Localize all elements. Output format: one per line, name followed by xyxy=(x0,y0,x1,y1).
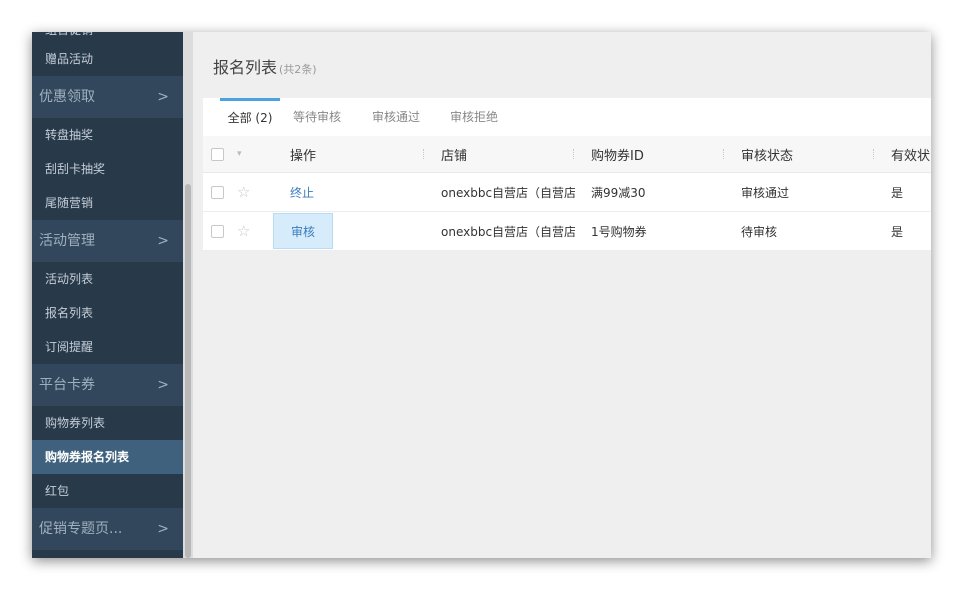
column-header-audit-status: 审核状态 xyxy=(741,148,794,164)
page-header: 报名列表 (共2条) xyxy=(203,32,931,98)
sidebar-section-header[interactable]: 平台卡券 > xyxy=(32,364,183,406)
chevron-right-icon: > xyxy=(157,89,169,105)
column-resize-handle[interactable] xyxy=(873,149,875,159)
column-resize-handle[interactable] xyxy=(573,149,575,159)
sidebar-scrollbar[interactable] xyxy=(183,32,193,558)
tab-all[interactable]: 全部 (2) xyxy=(220,98,280,139)
terminate-link[interactable]: 终止 xyxy=(290,173,314,211)
sidebar-section-label: 平台卡券 xyxy=(39,377,95,393)
chevron-right-icon: > xyxy=(157,233,169,249)
sidebar-item[interactable]: 尾随营销 xyxy=(32,186,183,220)
row-checkbox[interactable] xyxy=(211,185,224,199)
record-count: (共2条) xyxy=(279,63,317,76)
row-select-cell xyxy=(211,173,224,211)
valid-cell: 是 xyxy=(891,185,904,200)
data-grid: ▾ 操作 店铺 购物券ID 审核状态 有效状 ☆ 终止 onexbbc自营店（自… xyxy=(203,136,931,251)
grid-header: ▾ 操作 店铺 购物券ID 审核状态 有效状 xyxy=(203,136,931,173)
sidebar-section-header[interactable]: 促销专题页... > xyxy=(32,508,183,550)
sidebar-section-label: 促销专题页... xyxy=(39,521,123,537)
sidebar-menu: 组合促销赠品活动优惠领取 > 转盘抽奖刮刮卡抽奖尾随营销活动管理 > 活动列表报名列表订… xyxy=(32,32,183,550)
row-select-cell xyxy=(211,212,224,250)
sidebar-item[interactable]: 购物券报名列表 xyxy=(32,440,183,474)
sidebar-item[interactable]: 报名列表 xyxy=(32,296,183,330)
row-checkbox[interactable] xyxy=(211,224,224,238)
store-cell: onexbbc自营店（自营店铺） xyxy=(441,185,575,200)
sidebar-item[interactable]: 红包 xyxy=(32,474,183,508)
row-star-cell: ☆ xyxy=(237,173,250,211)
filter-tabs: 全部 (2) 等待审核 审核通过 审核拒绝 xyxy=(203,98,931,137)
sidebar-item[interactable]: 赠品活动 xyxy=(32,42,183,76)
sidebar-item[interactable]: 组合促销 xyxy=(32,32,183,42)
column-header-valid: 有效状 xyxy=(891,148,931,164)
chevron-right-icon: > xyxy=(157,377,169,393)
coupon-id-cell: 满99减30 xyxy=(591,185,646,200)
tab-pending[interactable]: 等待审核 xyxy=(293,98,341,136)
page-title: 报名列表 (共2条) xyxy=(213,54,317,78)
sidebar-item[interactable]: 活动列表 xyxy=(32,262,183,296)
audit-cell: 审核 xyxy=(273,212,334,250)
chevron-right-icon: > xyxy=(157,521,169,537)
store-cell: onexbbc自营店（自营店铺） xyxy=(441,224,575,239)
column-header-store: 店铺 xyxy=(441,148,468,164)
star-icon[interactable]: ☆ xyxy=(237,183,250,201)
audit-status-cell: 待审核 xyxy=(741,224,778,239)
sidebar-item[interactable]: 刮刮卡抽奖 xyxy=(32,152,183,186)
audit-button[interactable]: 审核 xyxy=(273,213,334,249)
audit-status-cell: 审核通过 xyxy=(741,185,790,200)
table-row[interactable]: ☆ 审核 onexbbc自营店（自营店铺） 1号购物券 待审核 是 xyxy=(203,212,931,251)
star-icon[interactable]: ☆ xyxy=(237,222,250,240)
tab-approved[interactable]: 审核通过 xyxy=(372,98,420,136)
sidebar-item[interactable]: 转盘抽奖 xyxy=(32,118,183,152)
main-panel: 报名列表 (共2条) 全部 (2) 等待审核 审核通过 审核拒绝 ▾ 操作 店铺 … xyxy=(193,32,931,558)
sidebar-item[interactable]: 购物券列表 xyxy=(32,406,183,440)
sidebar-section-label: 优惠领取 xyxy=(39,89,95,105)
sidebar-section-label: 活动管理 xyxy=(39,233,95,249)
coupon-id-cell: 1号购物券 xyxy=(591,224,647,239)
sidebar-item[interactable]: 订阅提醒 xyxy=(32,330,183,364)
tab-rejected[interactable]: 审核拒绝 xyxy=(450,98,498,136)
select-all-cell xyxy=(211,136,224,172)
valid-cell: 是 xyxy=(891,224,904,239)
column-header-coupon-id: 购物券ID xyxy=(591,148,644,164)
sidebar-section-header[interactable]: 活动管理 > xyxy=(32,220,183,262)
select-menu-cell: ▾ xyxy=(237,136,242,172)
table-row[interactable]: ☆ 终止 onexbbc自营店（自营店铺） 满99减30 审核通过 是 xyxy=(203,173,931,212)
column-resize-handle[interactable] xyxy=(423,149,425,159)
app-window: 组合促销赠品活动优惠领取>转盘抽奖刮刮卡抽奖尾随营销活动管理>活动列表报名列表订… xyxy=(32,32,931,558)
column-resize-handle[interactable] xyxy=(723,149,725,159)
sidebar-scrollbar-thumb[interactable] xyxy=(185,184,191,558)
sidebar-section-header[interactable]: 优惠领取 > xyxy=(32,76,183,118)
column-header-action: 操作 xyxy=(290,148,317,164)
select-all-checkbox[interactable] xyxy=(211,147,224,161)
row-star-cell: ☆ xyxy=(237,212,250,250)
caret-down-icon[interactable]: ▾ xyxy=(237,149,242,159)
page-title-text: 报名列表 xyxy=(213,58,278,77)
sidebar: 组合促销赠品活动优惠领取 > 转盘抽奖刮刮卡抽奖尾随营销活动管理 > 活动列表报名列表订… xyxy=(32,32,183,558)
